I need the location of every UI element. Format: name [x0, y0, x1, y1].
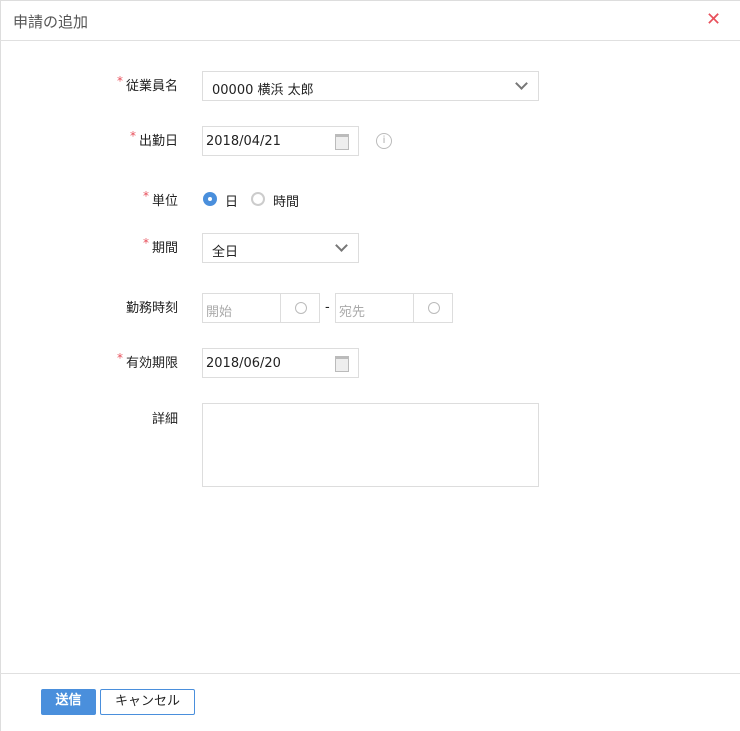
required-mark: *: [142, 189, 149, 203]
end-time-input[interactable]: 宛先: [335, 293, 453, 323]
expiry-label: * 有効期限: [116, 351, 178, 371]
employee-label: * 従業員名: [116, 74, 178, 94]
footer-divider: [0, 673, 740, 674]
end-placeholder: 宛先: [339, 305, 366, 320]
dialog: [0, 0, 740, 731]
start-time-input[interactable]: 開始: [202, 293, 320, 323]
close-icon[interactable]: ✕: [706, 9, 721, 30]
radio-hour-label: 時間: [273, 195, 300, 210]
dialog-header: 申請の追加 ✕: [0, 0, 740, 41]
start-placeholder: 開始: [206, 305, 233, 320]
employee-value: 00000 横浜 太郎: [212, 83, 314, 98]
info-icon[interactable]: i: [376, 133, 392, 149]
dialog-title: 申請の追加: [13, 13, 89, 31]
work-date-input[interactable]: 2018/04/21: [202, 126, 359, 156]
period-select[interactable]: 全日: [202, 233, 359, 263]
required-mark: *: [129, 129, 136, 143]
radio-hour[interactable]: [251, 192, 265, 206]
radio-day-label: 日: [225, 195, 239, 210]
work-date-value: 2018/04/21: [206, 134, 281, 149]
label-text: 単位: [151, 194, 178, 209]
chevron-down-icon: [335, 239, 348, 252]
label-text: 有効期限: [125, 356, 178, 371]
detail-label: 詳細: [151, 412, 178, 427]
employee-select[interactable]: 00000 横浜 太郎: [202, 71, 539, 101]
required-mark: *: [116, 351, 123, 365]
clock-icon[interactable]: [428, 302, 440, 314]
detail-textarea[interactable]: [202, 403, 539, 487]
calendar-icon[interactable]: [335, 356, 349, 372]
unit-label: * 単位: [142, 189, 178, 209]
label-text: 従業員名: [125, 79, 178, 94]
required-mark: *: [116, 74, 123, 88]
cancel-button[interactable]: キャンセル: [100, 689, 195, 715]
submit-button[interactable]: 送信: [41, 689, 96, 715]
label-text: 出勤日: [138, 134, 178, 149]
range-dash: -: [325, 300, 330, 315]
period-value: 全日: [212, 245, 239, 260]
period-label: * 期間: [142, 236, 178, 256]
clock-icon[interactable]: [295, 302, 307, 314]
calendar-icon[interactable]: [335, 134, 349, 150]
radio-day[interactable]: [203, 192, 217, 206]
label-text: 期間: [151, 241, 178, 256]
expiry-value: 2018/06/20: [206, 356, 281, 371]
expiry-date-input[interactable]: 2018/06/20: [202, 348, 359, 378]
work-time-label: 勤務時刻: [125, 301, 178, 316]
work-date-label: * 出勤日: [129, 129, 178, 149]
required-mark: *: [142, 236, 149, 250]
chevron-down-icon: [515, 77, 528, 90]
